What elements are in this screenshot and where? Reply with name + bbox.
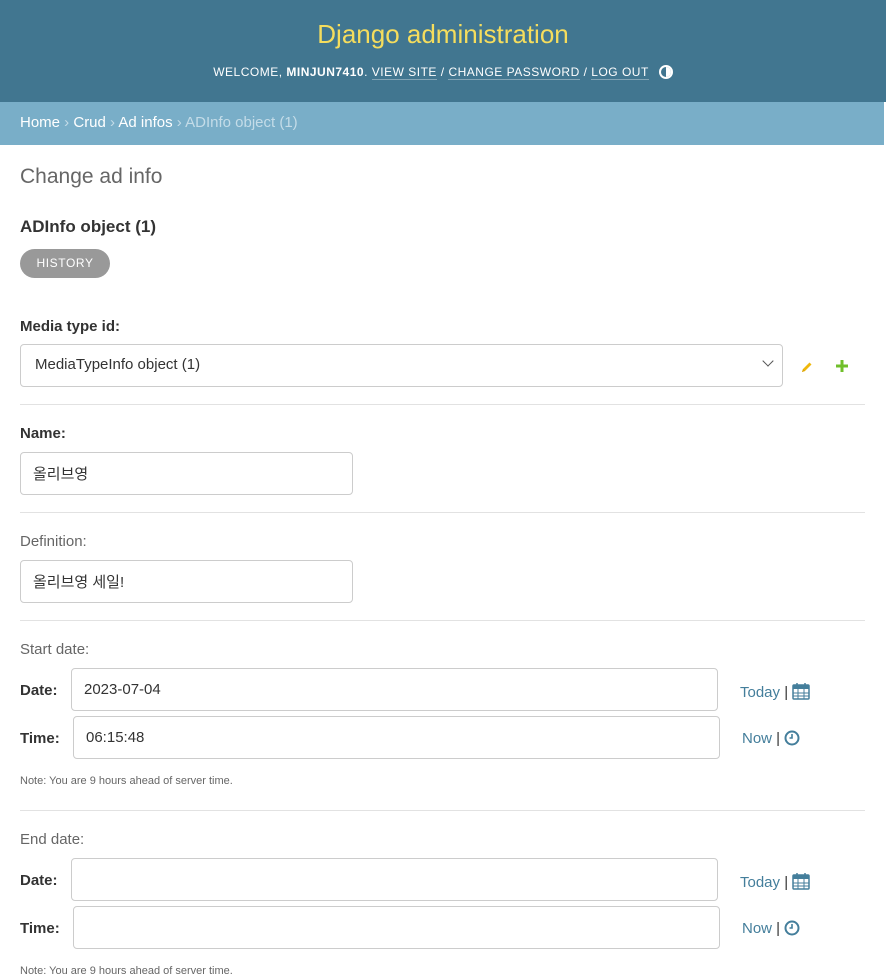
divider	[20, 620, 865, 621]
start-date-date-label: Date:	[20, 682, 58, 699]
start-time-shortcuts: Now |	[742, 730, 800, 747]
media-type-label: Media type id:	[20, 318, 121, 335]
breadcrumb: Home › Crud › Ad infos › ADInfo object (…	[0, 102, 884, 145]
user-tools-separator: /	[579, 65, 592, 79]
now-link[interactable]: Now	[742, 920, 772, 937]
breadcrumb-separator: ›	[105, 114, 119, 131]
start-date-shortcuts: Today |	[740, 682, 810, 701]
now-link[interactable]: Now	[742, 730, 772, 747]
definition-input[interactable]	[20, 560, 353, 603]
log-out-link[interactable]: LOG OUT	[591, 65, 649, 80]
start-time-label: Time:	[20, 730, 60, 747]
name-label: Name:	[20, 425, 66, 442]
calendar-icon[interactable]	[792, 682, 810, 700]
end-date-date-label: Date:	[20, 872, 58, 889]
end-time-input[interactable]	[73, 906, 720, 949]
breadcrumb-current: ADInfo object (1)	[185, 114, 298, 131]
breadcrumb-separator: ›	[172, 114, 186, 131]
start-date-input[interactable]	[71, 668, 718, 711]
divider	[20, 404, 865, 405]
end-time-label: Time:	[20, 920, 60, 937]
definition-label: Definition:	[20, 533, 87, 550]
timezone-note: Note: You are 9 hours ahead of server ti…	[20, 965, 233, 977]
breadcrumb-ad-infos[interactable]: Ad infos	[118, 114, 172, 131]
header: Django administration WELCOME, MINJUN741…	[0, 0, 886, 102]
welcome-period: .	[364, 65, 372, 79]
end-date-label: End date:	[20, 831, 85, 848]
user-tools-separator: /	[436, 65, 449, 79]
site-name[interactable]: Django administration	[0, 19, 886, 50]
calendar-icon[interactable]	[792, 872, 810, 890]
history-button[interactable]: HISTORY	[20, 249, 110, 278]
today-link[interactable]: Today	[740, 684, 780, 701]
username: MINJUN7410	[286, 65, 365, 79]
page-title: Change ad info	[20, 165, 163, 188]
welcome-text: WELCOME,	[213, 65, 287, 79]
end-time-shortcuts: Now |	[742, 920, 800, 937]
change-password-link[interactable]: CHANGE PASSWORD	[448, 65, 580, 80]
breadcrumb-crud[interactable]: Crud	[73, 114, 106, 131]
today-link[interactable]: Today	[740, 874, 780, 891]
plus-icon[interactable]	[835, 359, 849, 373]
breadcrumb-separator: ›	[60, 114, 74, 131]
breadcrumb-home[interactable]: Home	[20, 114, 60, 131]
divider	[20, 512, 865, 513]
timezone-note: Note: You are 9 hours ahead of server ti…	[20, 775, 233, 787]
theme-toggle-icon[interactable]	[658, 65, 673, 79]
clock-icon[interactable]	[784, 730, 800, 746]
end-date-shortcuts: Today |	[740, 872, 810, 891]
user-tools: WELCOME, MINJUN7410. VIEW SITE / CHANGE …	[0, 65, 886, 80]
clock-icon[interactable]	[784, 920, 800, 936]
media-type-select[interactable]: MediaTypeInfo object (1)	[20, 344, 783, 387]
start-date-label: Start date:	[20, 641, 90, 658]
view-site-link[interactable]: VIEW SITE	[371, 65, 437, 80]
object-name: ADInfo object (1)	[20, 217, 156, 236]
media-type-selected-value: MediaTypeInfo object (1)	[35, 356, 201, 373]
pencil-icon[interactable]	[801, 361, 813, 373]
divider	[20, 810, 865, 811]
start-time-input[interactable]	[73, 716, 720, 759]
end-date-input[interactable]	[71, 858, 718, 901]
chevron-down-icon	[762, 355, 774, 367]
name-input[interactable]	[20, 452, 353, 495]
